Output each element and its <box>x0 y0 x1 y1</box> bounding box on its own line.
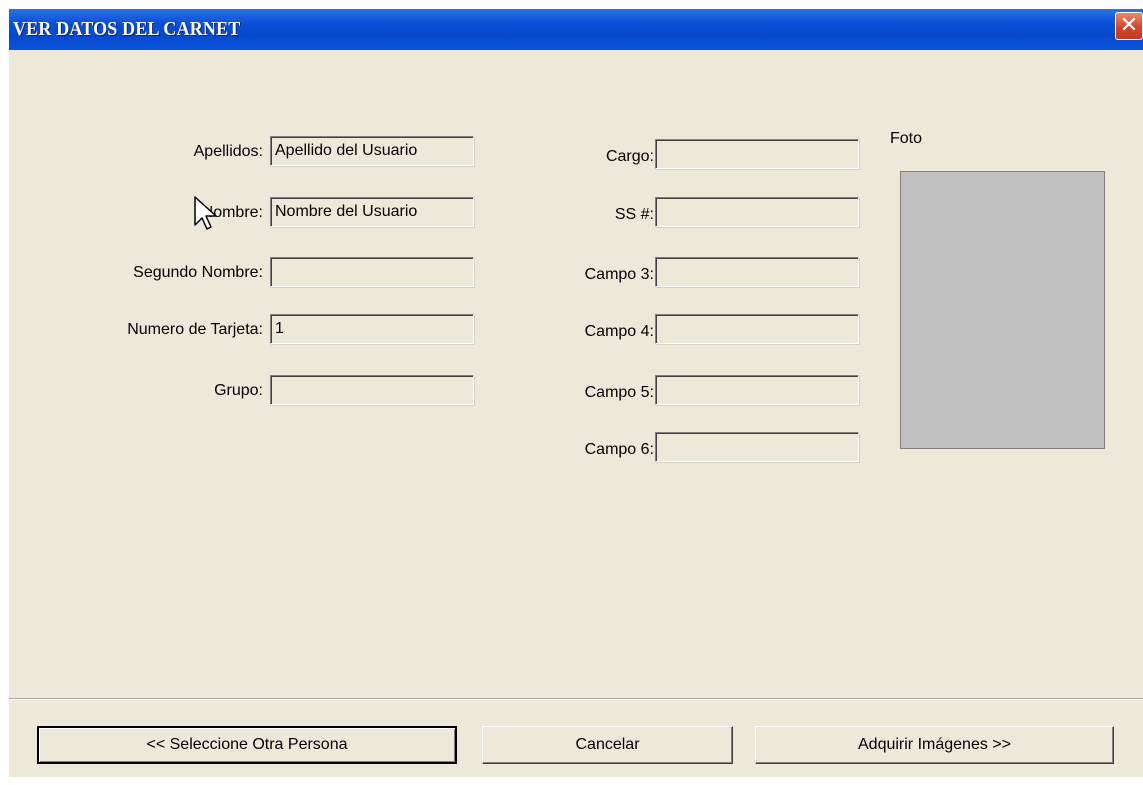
campo-6-field[interactable] <box>655 432 859 462</box>
nombre-field[interactable]: Nombre del Usuario <box>270 197 474 227</box>
photo-box <box>900 171 1105 449</box>
label-cargo: Cargo: <box>605 148 654 165</box>
close-button[interactable]: ✕ <box>1115 12 1143 40</box>
campo-4-field[interactable] <box>655 314 859 344</box>
label-campo-5: Campo 5: <box>584 384 654 401</box>
separator <box>9 698 1143 700</box>
segundo-nombre-field[interactable] <box>270 257 474 287</box>
close-icon: ✕ <box>1119 13 1139 38</box>
campo-5-field[interactable] <box>655 375 859 405</box>
label-apellidos: Apellidos: <box>193 143 263 160</box>
acquire-images-button[interactable]: Adquirir Imágenes >> <box>755 726 1114 764</box>
label-campo-4: Campo 4: <box>584 323 654 340</box>
numero-tarjeta-field[interactable]: 1 <box>270 314 474 344</box>
label-nombre: Nombre: <box>201 204 263 221</box>
label-campo-3: Campo 3: <box>584 266 654 283</box>
campo-3-field[interactable] <box>655 257 859 287</box>
foto-label: Foto <box>890 130 923 147</box>
cancel-button[interactable]: Cancelar <box>482 726 733 764</box>
label-campo-6: Campo 6: <box>584 441 654 458</box>
dialog-body: Apellidos: Apellido del Usuario Nombre: … <box>9 50 1143 777</box>
label-segundo-nombre: Segundo Nombre: <box>133 264 263 281</box>
grupo-field[interactable] <box>270 375 474 405</box>
label-numero-tarjeta: Numero de Tarjeta: <box>127 321 263 338</box>
cargo-field[interactable] <box>655 139 859 169</box>
select-other-person-button[interactable]: << Seleccione Otra Persona <box>37 726 457 764</box>
label-grupo: Grupo: <box>214 382 263 399</box>
window-title: VER DATOS DEL CARNET <box>13 18 241 40</box>
apellidos-field[interactable]: Apellido del Usuario <box>270 136 474 166</box>
label-ss: SS #: <box>614 206 654 223</box>
title-bar[interactable]: VER DATOS DEL CARNET <box>9 9 1143 50</box>
dialog-window: VER DATOS DEL CARNET ✕ Apellidos: Apelli… <box>0 0 1143 785</box>
ss-field[interactable] <box>655 197 859 227</box>
